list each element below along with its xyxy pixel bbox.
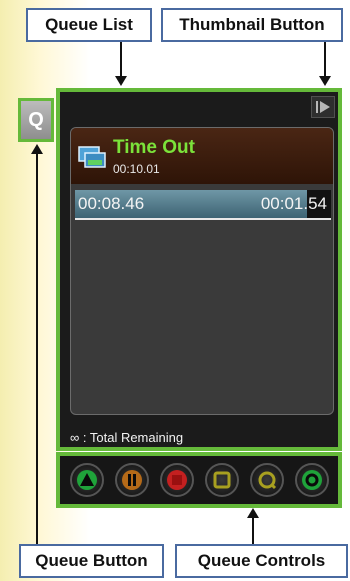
pause-icon: [121, 470, 142, 490]
loop-button[interactable]: [249, 463, 284, 497]
queue-controls: [56, 452, 342, 508]
remaining-time: 00:01.54: [260, 194, 327, 213]
queue-list-panel: Time Out 00:10.01 00:08.46 00:01.54 ∞ : …: [56, 88, 342, 451]
queue-list: Time Out 00:10.01 00:08.46 00:01.54: [70, 127, 334, 415]
callout-queue-list: Queue List: [26, 8, 152, 42]
callout-queue-button: Queue Button: [19, 544, 164, 578]
elapsed-time: 00:08.46: [78, 194, 145, 213]
thumbnail-button[interactable]: [311, 96, 335, 118]
play-icon: [76, 470, 97, 490]
media-file-icon: [78, 146, 106, 168]
thumbnail-play-icon: [316, 101, 330, 113]
play-button[interactable]: [69, 463, 104, 497]
queue-button[interactable]: Q: [18, 98, 54, 142]
refresh-icon: [301, 470, 322, 490]
item-duration: 00:10.01: [113, 162, 160, 176]
item-title: Time Out: [113, 137, 195, 158]
arrow-thumbnail-button: [324, 42, 326, 76]
arrow-queue-controls: [252, 516, 254, 544]
square-button[interactable]: [204, 463, 239, 497]
pause-button[interactable]: [114, 463, 149, 497]
arrow-head-thumbnail-button: [319, 76, 331, 86]
refresh-button[interactable]: [294, 463, 329, 497]
item-progress-bar[interactable]: 00:08.46 00:01.54: [75, 190, 331, 220]
loop-icon: [258, 471, 276, 490]
stop-icon: [166, 470, 187, 490]
callout-thumbnail-button: Thumbnail Button: [161, 8, 343, 42]
square-icon: [213, 471, 230, 489]
arrow-head-queue-list: [115, 76, 127, 86]
arrow-head-queue-controls: [247, 508, 259, 518]
arrow-queue-button: [36, 152, 38, 544]
queue-item[interactable]: Time Out 00:10.01: [71, 128, 333, 184]
total-remaining-label: ∞ : Total Remaining: [70, 430, 184, 445]
arrow-queue-list: [120, 42, 122, 76]
arrow-head-queue-button: [31, 144, 43, 154]
callout-queue-controls: Queue Controls: [175, 544, 348, 578]
stop-button[interactable]: [159, 463, 194, 497]
